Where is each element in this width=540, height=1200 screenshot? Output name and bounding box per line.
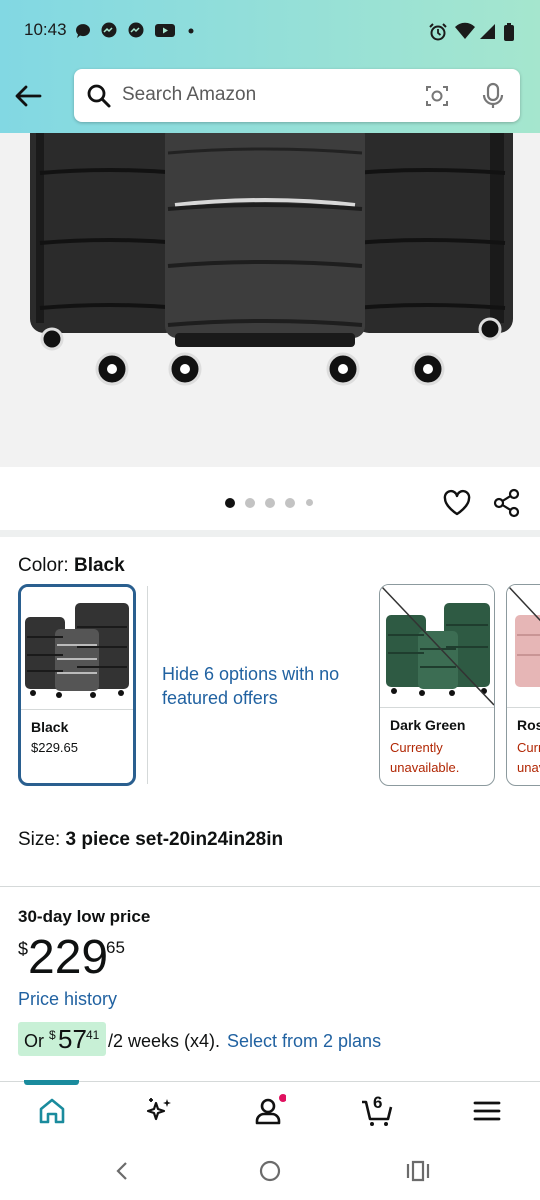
- swatch-unavailable-text: Currently unavailable.: [517, 740, 540, 775]
- section-divider: [0, 530, 540, 537]
- wifi-icon: [455, 22, 475, 39]
- carousel-dot[interactable]: [265, 498, 275, 508]
- luggage-set-image: [30, 133, 513, 386]
- product-image[interactable]: [0, 133, 540, 467]
- menu-icon[interactable]: [470, 1094, 504, 1128]
- home-icon[interactable]: [35, 1094, 69, 1128]
- carousel-dot[interactable]: [306, 499, 313, 506]
- swatch-image: [380, 585, 494, 708]
- select-plans-link[interactable]: Select from 2 plans: [227, 1031, 381, 1052]
- chat-bubble-icon: [75, 24, 90, 38]
- color-option-rose[interactable]: Rose Currently unavailable.: [506, 584, 540, 786]
- system-home-icon[interactable]: [257, 1158, 283, 1184]
- swatch-image: [21, 587, 133, 710]
- color-option-dark-green[interactable]: Dark Green Currently unavailable.: [379, 584, 495, 786]
- heart-icon[interactable]: [442, 488, 472, 518]
- status-time: 10:43: [24, 20, 67, 39]
- search-icon: [87, 84, 111, 108]
- plan-suffix: /2 weeks (x4).: [108, 1031, 221, 1051]
- account-icon[interactable]: [252, 1094, 286, 1128]
- search-input[interactable]: [122, 81, 402, 109]
- carousel-dot[interactable]: [245, 498, 255, 508]
- price-whole: 229: [28, 931, 109, 984]
- youtube-icon: [155, 24, 175, 37]
- carousel-dot[interactable]: [225, 498, 235, 508]
- share-icon[interactable]: [492, 488, 522, 518]
- section-divider: [0, 886, 540, 887]
- price-history-link[interactable]: Price history: [18, 989, 117, 1010]
- swatch-price: $229.65: [31, 740, 78, 755]
- color-label: Color: Black: [18, 555, 125, 576]
- microphone-icon[interactable]: [480, 82, 506, 110]
- search-bar[interactable]: [74, 69, 520, 122]
- swatch-image: [507, 585, 540, 708]
- battery-icon: [504, 23, 514, 41]
- system-back-icon[interactable]: [110, 1158, 136, 1184]
- messenger-icon-2: [128, 22, 144, 38]
- swatch-name: Dark Green: [390, 717, 466, 733]
- swatch-unavailable-text: Currently unavailable.: [390, 740, 460, 775]
- plan-fraction: 41: [86, 1028, 100, 1042]
- size-label[interactable]: Size: 3 piece set-20in24in28in: [18, 829, 283, 851]
- installment-plan: Or $ 57 41 /2 weeks (x4). Select from 2 …: [18, 1022, 528, 1056]
- vertical-separator: [147, 586, 148, 784]
- system-recents-icon[interactable]: [405, 1158, 431, 1184]
- swatch-name: Black: [31, 719, 69, 735]
- low-price-badge: 30-day low price: [18, 907, 151, 926]
- price-fraction: 65: [106, 938, 125, 957]
- plan-currency: $: [49, 1028, 56, 1042]
- status-bar: 10:43: [0, 0, 540, 60]
- nav-active-indicator: [24, 1080, 79, 1085]
- ai-sparkle-icon[interactable]: [143, 1094, 177, 1128]
- swatch-name: Rose: [517, 717, 540, 733]
- messenger-icon: [101, 22, 117, 38]
- cart-count: 6: [373, 1093, 383, 1112]
- alarm-icon: [429, 23, 447, 41]
- rose-luggage-thumbnail: [508, 586, 540, 687]
- plan-prefix: Or: [24, 1031, 44, 1051]
- carousel-dot[interactable]: [285, 498, 295, 508]
- back-arrow-icon[interactable]: [12, 80, 44, 112]
- notification-dot-icon: [188, 28, 194, 34]
- camera-lens-icon[interactable]: [424, 83, 450, 109]
- dark-green-luggage-thumbnail: [381, 586, 494, 706]
- plan-whole: 57: [58, 1024, 87, 1054]
- hide-options-link[interactable]: Hide 6 options with no featured offers: [162, 662, 352, 710]
- price-currency: $: [18, 939, 29, 959]
- signal-icon: [480, 24, 495, 39]
- color-option-black[interactable]: Black $229.65: [18, 584, 136, 786]
- black-luggage-thumbnail: [25, 603, 129, 698]
